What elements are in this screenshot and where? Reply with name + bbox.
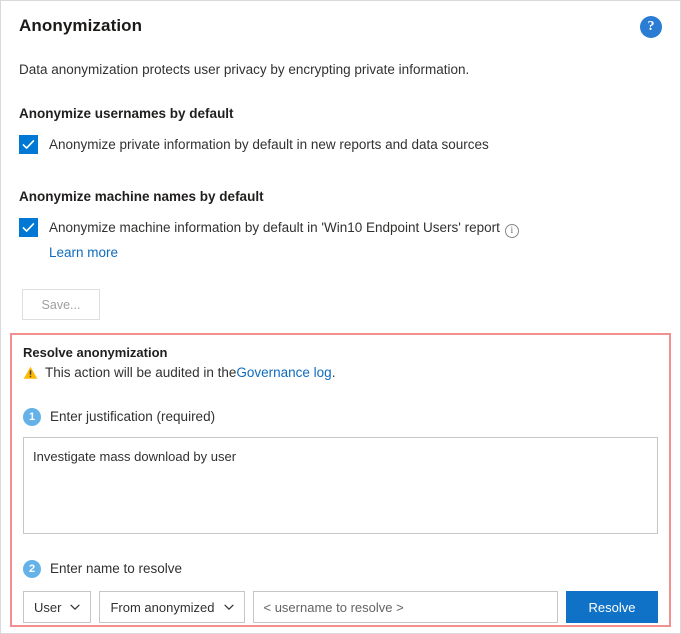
audit-text-before: This action will be audited in the	[45, 364, 236, 382]
anonymize-usernames-checkbox[interactable]	[19, 135, 38, 154]
save-button[interactable]: Save...	[22, 289, 100, 320]
step-2-badge: 2	[23, 560, 41, 578]
section-title-machine-names: Anonymize machine names by default	[19, 188, 662, 206]
panel-header: Anonymization ?	[19, 15, 662, 38]
anonymize-machines-row: Anonymize machine information by default…	[19, 218, 662, 237]
resolve-controls-row: User From anonymized Resolve	[23, 591, 658, 623]
audit-text-after: .	[332, 364, 336, 382]
name-to-resolve-input[interactable]	[253, 591, 559, 623]
step-1-label: Enter justification (required)	[50, 408, 215, 426]
step-1-badge: 1	[23, 408, 41, 426]
entity-type-dropdown[interactable]: User	[23, 591, 91, 623]
governance-log-link[interactable]: Governance log	[236, 364, 331, 382]
anonymize-machines-checkbox[interactable]	[19, 218, 38, 237]
anonymization-settings-panel: Anonymization ? Data anonymization prote…	[0, 0, 681, 634]
step-2-label: Enter name to resolve	[50, 560, 182, 578]
anonymize-machines-label-text: Anonymize machine information by default…	[49, 220, 500, 235]
question-mark-circle-icon[interactable]: ?	[640, 16, 662, 38]
intro-description: Data anonymization protects user privacy…	[19, 61, 662, 79]
resolve-anonymization-section: Resolve anonymization This action will b…	[10, 333, 671, 627]
direction-dropdown[interactable]: From anonymized	[99, 591, 244, 623]
page-title: Anonymization	[19, 15, 142, 37]
learn-more-link[interactable]: Learn more	[49, 245, 118, 260]
step-1-row: 1 Enter justification (required)	[23, 408, 658, 426]
settings-content: Anonymization ? Data anonymization prote…	[1, 1, 680, 320]
anonymize-machines-label: Anonymize machine information by default…	[49, 218, 519, 237]
warning-triangle-icon	[23, 366, 38, 380]
anonymize-usernames-label: Anonymize private information by default…	[49, 135, 489, 154]
chevron-down-icon	[70, 604, 80, 611]
section-title-usernames: Anonymize usernames by default	[19, 105, 662, 123]
entity-type-dropdown-value: User	[34, 600, 61, 615]
audit-notice: This action will be audited in the Gover…	[23, 364, 658, 382]
chevron-down-icon	[224, 604, 234, 611]
resolve-section-title: Resolve anonymization	[23, 344, 658, 361]
justification-textarea[interactable]: Investigate mass download by user	[23, 437, 658, 534]
direction-dropdown-value: From anonymized	[110, 600, 214, 615]
anonymize-usernames-row: Anonymize private information by default…	[19, 135, 662, 154]
resolve-button[interactable]: Resolve	[566, 591, 658, 623]
info-circle-icon[interactable]: i	[505, 224, 519, 238]
step-2-row: 2 Enter name to resolve	[23, 560, 658, 578]
